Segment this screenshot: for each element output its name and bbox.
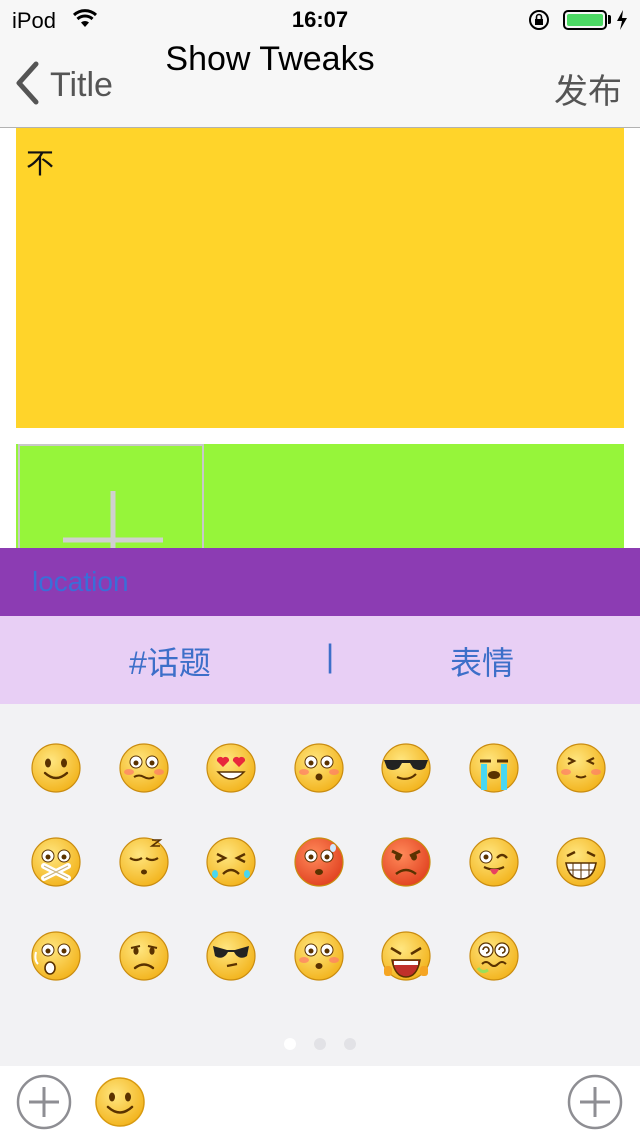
- sad-icon[interactable]: [118, 930, 170, 982]
- photo-area: [16, 444, 624, 548]
- status-bar: iPod 16:07: [0, 0, 640, 40]
- emoji-panel: [0, 704, 640, 1066]
- sunglasses-smirk-icon[interactable]: [205, 930, 257, 982]
- page-title: Show Tweaks: [165, 40, 375, 78]
- orientation-lock-icon: [528, 9, 550, 36]
- tab-emoji[interactable]: 表情: [430, 638, 534, 684]
- grin-icon[interactable]: [555, 836, 607, 888]
- page-dot[interactable]: [344, 1038, 356, 1050]
- battery-icon: [563, 10, 607, 30]
- tab-divider: |: [325, 638, 335, 674]
- surprised-blush-icon[interactable]: [293, 742, 345, 794]
- circle-plus-icon[interactable]: [16, 1074, 72, 1130]
- cool-icon[interactable]: [380, 742, 432, 794]
- angry-red-icon[interactable]: [293, 836, 345, 888]
- shocked-icon[interactable]: [30, 930, 82, 982]
- post-text-value: 不: [26, 148, 55, 179]
- screaming-icon[interactable]: [380, 930, 432, 982]
- pleading-icon[interactable]: [293, 930, 345, 982]
- bottom-toolbar: [0, 1066, 640, 1136]
- post-text-input[interactable]: 不: [16, 128, 624, 428]
- charging-bolt-icon: [616, 9, 628, 36]
- page-dot[interactable]: [314, 1038, 326, 1050]
- heart-eyes-icon[interactable]: [205, 742, 257, 794]
- smile-icon[interactable]: [30, 742, 82, 794]
- tab-bar: #话题 | 表情: [0, 616, 640, 704]
- dizzy-icon[interactable]: [468, 930, 520, 982]
- worried-icon[interactable]: [118, 742, 170, 794]
- page-dot[interactable]: [284, 1038, 296, 1050]
- smile-icon[interactable]: [94, 1076, 146, 1128]
- battery-cap: [608, 15, 611, 24]
- furious-icon[interactable]: [380, 836, 432, 888]
- page-indicator: [0, 1038, 640, 1054]
- sobbing-icon[interactable]: [205, 836, 257, 888]
- sleepy-icon[interactable]: [118, 836, 170, 888]
- shush-icon[interactable]: [30, 836, 82, 888]
- tongue-wink-icon[interactable]: [468, 836, 520, 888]
- publish-button[interactable]: 发布: [554, 64, 622, 113]
- blushing-icon[interactable]: [555, 742, 607, 794]
- location-button[interactable]: location: [32, 566, 129, 598]
- plus-icon: [20, 446, 206, 548]
- navigation-bar: Title Show Tweaks 发布: [0, 40, 640, 128]
- tab-topic[interactable]: #话题: [110, 638, 230, 684]
- location-bar: location: [0, 548, 640, 616]
- crying-icon[interactable]: [468, 742, 520, 794]
- add-photo-button[interactable]: [18, 444, 204, 548]
- circle-plus-icon[interactable]: [567, 1074, 623, 1130]
- battery-level: [567, 14, 603, 26]
